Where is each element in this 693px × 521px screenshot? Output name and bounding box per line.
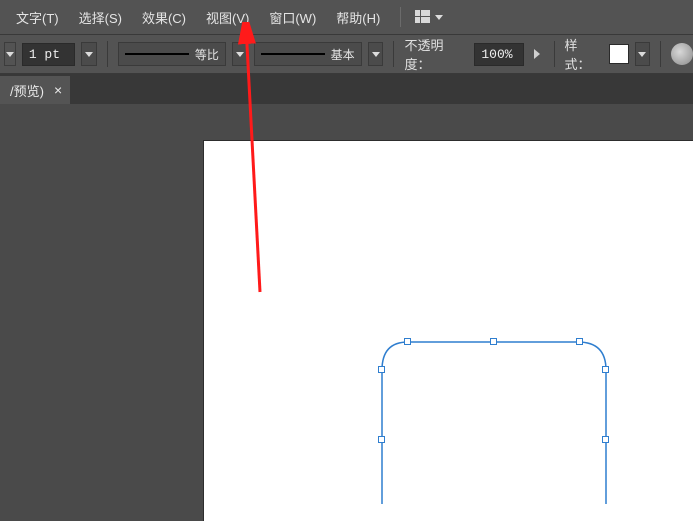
anchor-point[interactable] [602,436,609,443]
document-tab-title: /预览) [10,81,44,100]
brush-dropdown[interactable] [368,42,384,66]
options-expand[interactable] [4,42,16,66]
opacity-input[interactable]: 100% [474,43,523,66]
anchor-point[interactable] [576,338,583,345]
separator [393,41,394,67]
variable-width-profile[interactable]: 等比 [118,42,226,66]
panel-layout-icon [415,10,431,24]
chevron-down-icon [85,52,93,57]
document-tab[interactable]: /预览) × [0,76,70,104]
stroke-preview-icon [125,53,189,55]
style-dropdown[interactable] [635,42,651,66]
chevron-down-icon [435,15,443,20]
menu-window[interactable]: 窗口(W) [259,4,326,31]
profile-label: 等比 [195,46,219,63]
style-label: 样式： [565,35,603,73]
menu-select[interactable]: 选择(S) [69,4,132,31]
chevron-down-icon [638,52,646,57]
triangle-right-icon [534,49,540,59]
document-tab-strip: /预览) × [0,74,693,104]
menu-text[interactable]: 文字(T) [6,4,69,31]
separator [400,7,401,27]
close-icon[interactable]: × [54,82,62,98]
menu-help[interactable]: 帮助(H) [326,4,390,31]
anchor-point[interactable] [378,436,385,443]
chevron-down-icon [6,52,14,57]
recolor-artwork-icon[interactable] [671,43,693,65]
anchor-point[interactable] [602,366,609,373]
opacity-next[interactable] [530,43,544,65]
profile-dropdown[interactable] [232,42,248,66]
chevron-down-icon [372,52,380,57]
menu-effect[interactable]: 效果(C) [132,4,196,31]
separator [107,41,108,67]
graphic-style-swatch[interactable] [609,44,629,64]
menu-view[interactable]: 视图(V) [196,4,259,31]
chevron-down-icon [236,52,244,57]
stroke-weight-dropdown[interactable] [81,42,97,66]
brush-definition[interactable]: 基本 [254,42,362,66]
separator [660,41,661,67]
anchor-point[interactable] [490,338,497,345]
options-bar: 1 pt 等比 基本 不透明度： 100% 样式： [0,34,693,74]
artboard[interactable] [204,141,693,521]
anchor-point[interactable] [404,338,411,345]
menu-bar: 文字(T) 选择(S) 效果(C) 视图(V) 窗口(W) 帮助(H) [0,0,693,34]
stroke-weight-input[interactable]: 1 pt [22,43,75,66]
brush-label: 基本 [331,46,355,63]
opacity-label: 不透明度： [404,35,468,73]
anchor-point[interactable] [378,366,385,373]
stroke-preview-icon [261,53,325,55]
panel-layout-button[interactable] [411,8,447,26]
separator [554,41,555,67]
